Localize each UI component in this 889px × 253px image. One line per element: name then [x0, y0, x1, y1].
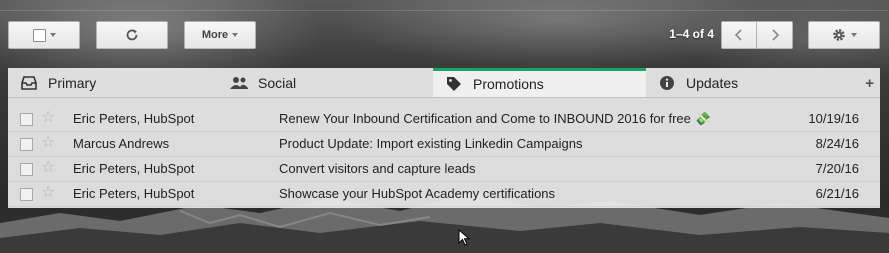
more-button[interactable]: More — [184, 21, 256, 49]
email-sender: Eric Peters, HubSpot — [73, 161, 195, 176]
page-count: 1–4 of 4 — [669, 27, 714, 41]
row-checkbox[interactable] — [20, 163, 33, 176]
tab-label: Primary — [48, 74, 97, 91]
settings-button[interactable] — [808, 21, 880, 49]
refresh-icon — [126, 29, 138, 41]
people-icon — [230, 74, 248, 92]
refresh-button[interactable] — [96, 21, 168, 49]
email-date: 7/20/16 — [815, 161, 859, 176]
email-date: 10/19/16 — [808, 111, 859, 126]
tab-promotions[interactable]: Promotions — [433, 68, 646, 97]
email-subject-line: Renew Your Inbound Certification and Com… — [279, 111, 711, 127]
info-icon — [658, 74, 676, 92]
chevron-left-icon — [734, 29, 742, 41]
tab-updates[interactable]: Updates — [646, 68, 858, 97]
more-label: More — [201, 29, 229, 41]
older-button[interactable] — [757, 21, 793, 49]
inbox-panel: Primary Social Promotions Updates + ☆ Er… — [8, 68, 880, 208]
chevron-down-icon — [851, 33, 857, 37]
tab-label: Updates — [686, 74, 739, 91]
chevron-down-icon — [232, 33, 239, 37]
email-sender: Marcus Andrews — [73, 136, 170, 151]
star-icon[interactable]: ☆ — [41, 134, 55, 152]
money-emoji-icon: 💸 — [694, 111, 711, 126]
checkbox-icon — [32, 28, 46, 42]
row-checkbox[interactable] — [20, 138, 33, 151]
email-sender: Eric Peters, HubSpot — [73, 111, 195, 126]
email-row[interactable]: ☆ Marcus Andrews Product Update: Import … — [8, 131, 880, 157]
gear-icon — [833, 29, 845, 41]
tab-label: Social — [258, 74, 297, 91]
cursor-icon — [458, 229, 470, 246]
chevron-down-icon — [49, 33, 56, 37]
email-subject: Product Update: Import existing Linkedin… — [279, 136, 583, 151]
inbox-icon — [20, 74, 38, 92]
tab-primary[interactable]: Primary — [8, 68, 220, 97]
email-subject: Showcase your HubSpot Academy certificat… — [279, 186, 556, 201]
email-subject: Renew Your Inbound Certification and Com… — [279, 111, 691, 126]
star-icon[interactable]: ☆ — [41, 184, 55, 202]
select-all-button[interactable] — [8, 21, 80, 49]
divider — [0, 10, 889, 11]
star-icon[interactable]: ☆ — [41, 159, 55, 177]
email-sender: Eric Peters, HubSpot — [73, 186, 195, 201]
star-icon[interactable]: ☆ — [41, 109, 55, 127]
tab-label: Promotions — [473, 76, 544, 92]
email-row[interactable]: ☆ Eric Peters, HubSpot Renew Your Inboun… — [8, 106, 880, 132]
email-row[interactable]: ☆ Eric Peters, HubSpot Convert visitors … — [8, 156, 880, 182]
chevron-right-icon — [771, 29, 779, 41]
tab-social[interactable]: Social — [220, 68, 433, 97]
row-checkbox[interactable] — [20, 113, 33, 126]
add-tab-icon[interactable]: + — [865, 75, 874, 92]
email-date: 6/21/16 — [815, 186, 859, 201]
row-checkbox[interactable] — [20, 188, 33, 201]
pagination-controls — [721, 21, 793, 49]
category-tabs: Primary Social Promotions Updates + — [8, 68, 880, 98]
newer-button[interactable] — [721, 21, 757, 49]
email-date: 8/24/16 — [815, 136, 859, 151]
email-row[interactable]: ☆ Eric Peters, HubSpot Showcase your Hub… — [8, 181, 880, 207]
tag-icon — [445, 75, 463, 93]
email-subject: Convert visitors and capture leads — [279, 161, 476, 176]
